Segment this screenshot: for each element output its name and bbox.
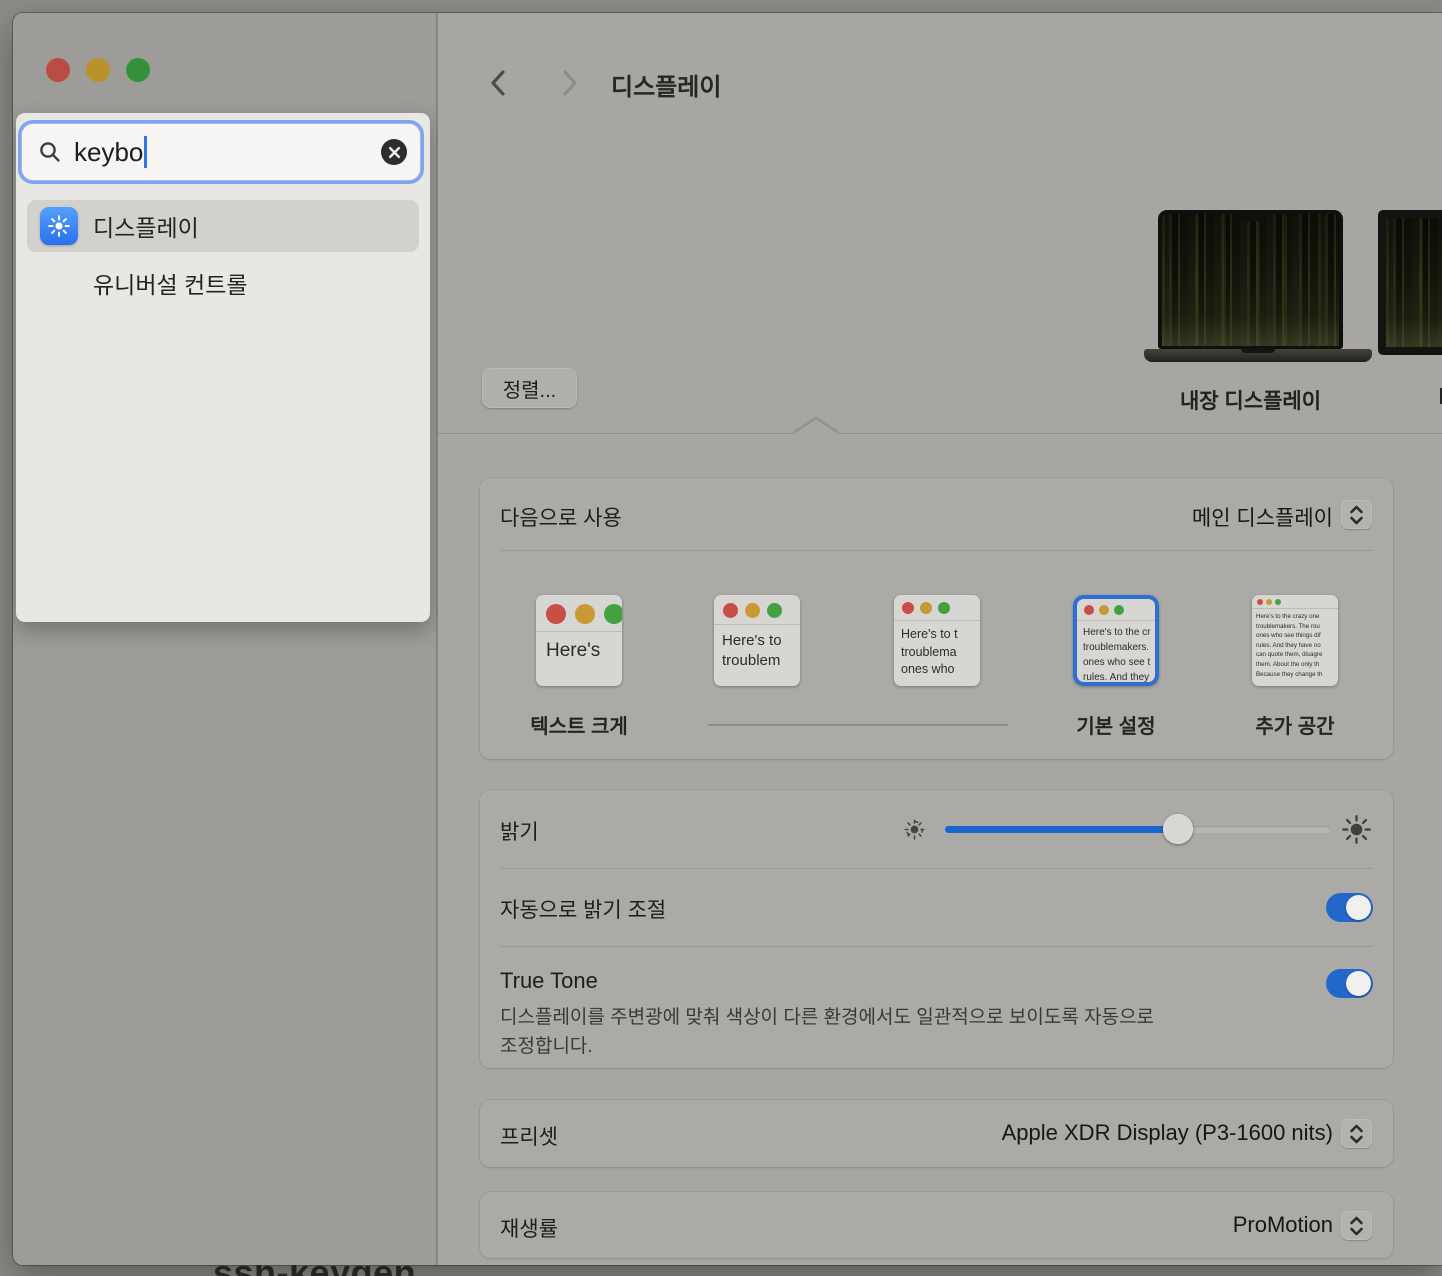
- refresh-rate-label: 재생률: [500, 1213, 558, 1243]
- search-value: keybo: [74, 137, 143, 168]
- brightness-card: 밝기: [480, 790, 1393, 1068]
- scaling-thumbnail: Here's to troublem: [714, 595, 800, 686]
- sidebar: keybo: [13, 13, 437, 1265]
- card-divider: [500, 550, 1373, 551]
- brightness-label: 밝기: [500, 816, 539, 846]
- builtin-display-label: 내장 디스플레이: [1158, 385, 1343, 415]
- back-button[interactable]: [480, 63, 516, 103]
- external-display-thumbnail[interactable]: [1378, 210, 1442, 355]
- true-tone-description: 디스플레이를 주변광에 맞춰 색상이 다른 환경에서도 일관적으로 보이도록 자…: [500, 1002, 1154, 1029]
- clear-search-icon[interactable]: [381, 139, 407, 165]
- refresh-rate-card: 재생률 ProMotion: [480, 1192, 1393, 1258]
- scaling-connector-line: [708, 724, 1008, 726]
- builtin-display-thumbnail[interactable]: [1158, 210, 1343, 349]
- search-result-universal-control[interactable]: 유니버설 컨트롤: [27, 260, 419, 306]
- scaling-thumbnail: Here's to t troublema ones who: [894, 595, 980, 686]
- true-tone-description: 조정합니다.: [500, 1031, 593, 1058]
- search-result-display[interactable]: 디스플레이: [27, 200, 419, 252]
- card-divider: [500, 946, 1373, 947]
- scaling-option-larger-text[interactable]: Here's 텍스트 크게: [514, 595, 644, 686]
- brightness-fill: [945, 826, 1178, 833]
- true-tone-toggle[interactable]: [1326, 969, 1373, 998]
- true-tone-label: True Tone: [500, 968, 598, 994]
- system-settings-window: keybo: [13, 13, 1442, 1265]
- brightness-knob[interactable]: [1163, 814, 1193, 844]
- laptop-notch: [1237, 213, 1265, 221]
- card-divider: [500, 868, 1373, 869]
- search-result-label: 디스플레이: [93, 209, 199, 243]
- use-as-card: 다음으로 사용 메인 디스플레이 Here's 텍스트 크게: [480, 478, 1393, 759]
- zoom-button[interactable]: [126, 58, 150, 82]
- use-as-label: 다음으로 사용: [500, 502, 622, 532]
- page-title: 디스플레이: [611, 67, 721, 102]
- search-result-label: 유니버설 컨트롤: [93, 266, 248, 300]
- section-divider: [438, 433, 1442, 434]
- laptop-base: [1144, 349, 1372, 362]
- search-input[interactable]: keybo: [22, 124, 420, 180]
- preset-value[interactable]: Apple XDR Display (P3-1600 nits): [1002, 1120, 1333, 1146]
- auto-brightness-toggle[interactable]: [1326, 893, 1373, 922]
- desktop-background: ssh-keygen keybo: [0, 0, 1442, 1276]
- preset-card: 프리셋 Apple XDR Display (P3-1600 nits): [480, 1100, 1393, 1167]
- scaling-thumbnail: Here's: [536, 595, 622, 686]
- brightness-low-icon: [904, 819, 925, 840]
- use-as-value[interactable]: 메인 디스플레이: [1192, 502, 1333, 532]
- scaling-option-3[interactable]: Here's to t troublema ones who: [872, 595, 1002, 686]
- scaling-option-2[interactable]: Here's to troublem: [692, 595, 822, 686]
- scaling-thumbnail-selected: Here's to the cr troublemakers. ones who…: [1073, 595, 1159, 686]
- scaling-option-label: 기본 설정: [1051, 710, 1181, 739]
- display-settings-icon: [40, 207, 78, 245]
- search-results-panel: keybo: [16, 113, 430, 622]
- use-as-stepper-icon[interactable]: [1341, 500, 1372, 529]
- arrange-button[interactable]: 정렬...: [482, 368, 577, 408]
- brightness-high-icon: [1342, 815, 1371, 844]
- preset-stepper-icon[interactable]: [1341, 1119, 1372, 1148]
- scaling-option-label: 추가 공간: [1230, 710, 1360, 739]
- external-display-label: LG HDR 4K: [1373, 383, 1442, 410]
- auto-brightness-label: 자동으로 밝기 조절: [500, 894, 666, 924]
- display-settings-pane: 디스플레이 내장 디스플레이 LG HDR 4K 정렬... 다음으로 사용 메…: [438, 13, 1442, 1265]
- scaling-thumbnail: Here's to the crazy one troublemakers. T…: [1252, 595, 1338, 686]
- selected-display-pointer: [792, 419, 840, 435]
- text-cursor: [144, 136, 147, 168]
- brightness-slider[interactable]: [945, 826, 1330, 833]
- minimize-button[interactable]: [86, 58, 110, 82]
- preset-label: 프리셋: [500, 1121, 558, 1151]
- refresh-rate-value[interactable]: ProMotion: [1233, 1212, 1333, 1238]
- search-icon: [38, 140, 62, 164]
- scaling-option-more-space[interactable]: Here's to the crazy one troublemakers. T…: [1230, 595, 1360, 686]
- close-button[interactable]: [46, 58, 70, 82]
- scaling-option-default[interactable]: Here's to the cr troublemakers. ones who…: [1051, 595, 1181, 686]
- refresh-rate-stepper-icon[interactable]: [1341, 1211, 1372, 1240]
- forward-button[interactable]: [552, 63, 588, 103]
- scaling-option-label: 텍스트 크게: [514, 710, 644, 739]
